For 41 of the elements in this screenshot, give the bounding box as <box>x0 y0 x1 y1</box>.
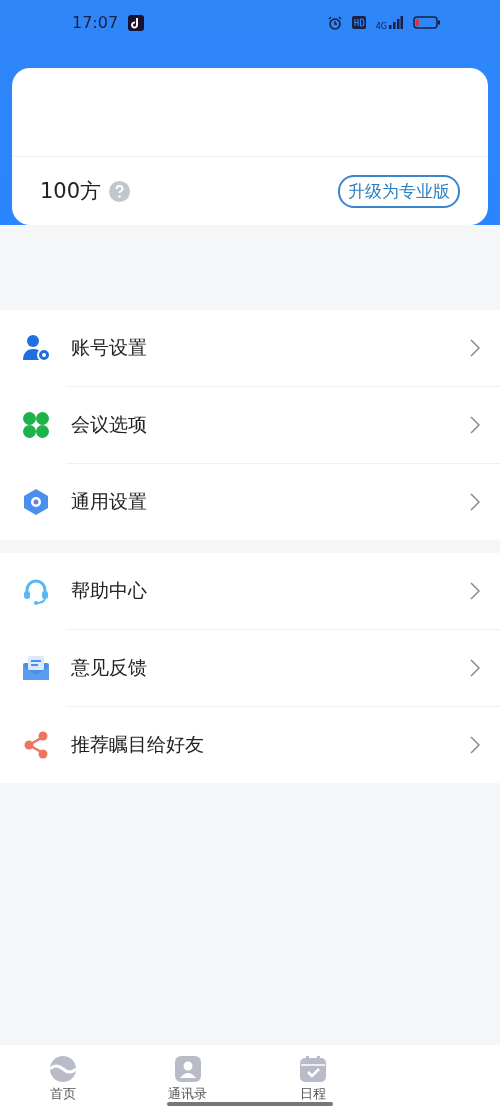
menu-item[interactable]: 意见反馈 <box>0 630 500 706</box>
share-icon <box>22 731 50 759</box>
chevron-right-icon <box>470 339 480 357</box>
calendar-check-icon <box>298 1055 327 1083</box>
chevron-right-icon <box>470 736 480 754</box>
contact-icon <box>173 1055 202 1083</box>
chevron-right-icon <box>470 416 480 434</box>
status-time: 17:07 <box>72 13 119 33</box>
menu-item-label: 会议选项 <box>71 412 148 437</box>
menu-item[interactable]: 会议选项 <box>0 387 500 463</box>
wave-globe-icon <box>48 1055 77 1083</box>
user-settings-icon <box>22 334 50 362</box>
menu-item[interactable]: 帮助中心 <box>0 553 500 629</box>
menu-item[interactable]: 账号设置 <box>0 310 500 386</box>
battery-low-icon <box>413 16 440 30</box>
quota-amount: 100方 <box>40 178 102 205</box>
chevron-right-icon <box>470 493 480 511</box>
settings-icon <box>22 488 50 516</box>
menu-item-label: 通用设置 <box>71 489 148 514</box>
home-indicator[interactable] <box>167 1102 333 1106</box>
alarm-icon <box>327 15 342 30</box>
music-app-icon <box>128 14 145 31</box>
headset-icon <box>22 577 50 605</box>
mail-icon <box>22 654 50 682</box>
clover-icon <box>22 411 50 439</box>
menu-item[interactable]: 通用设置 <box>0 464 500 540</box>
nav-tab[interactable]: 首页 <box>0 1045 125 1103</box>
chevron-right-icon <box>470 582 480 600</box>
hd-icon <box>351 16 366 30</box>
network-type: 4G <box>375 22 387 31</box>
help-icon[interactable] <box>109 180 131 202</box>
menu-item-label: 推荐瞩目给好友 <box>71 732 205 757</box>
nav-tab[interactable]: 日程 <box>250 1045 375 1103</box>
chevron-right-icon <box>470 659 480 677</box>
upgrade-button[interactable]: 升级为专业版 <box>338 174 460 208</box>
signal-icon <box>389 16 403 30</box>
menu-item-label: 账号设置 <box>71 335 148 360</box>
menu-item-label: 帮助中心 <box>71 578 148 603</box>
menu-item-label: 意见反馈 <box>71 655 148 680</box>
menu-item[interactable]: 推荐瞩目给好友 <box>0 707 500 783</box>
nav-tab[interactable]: 通讯录 <box>125 1045 250 1103</box>
